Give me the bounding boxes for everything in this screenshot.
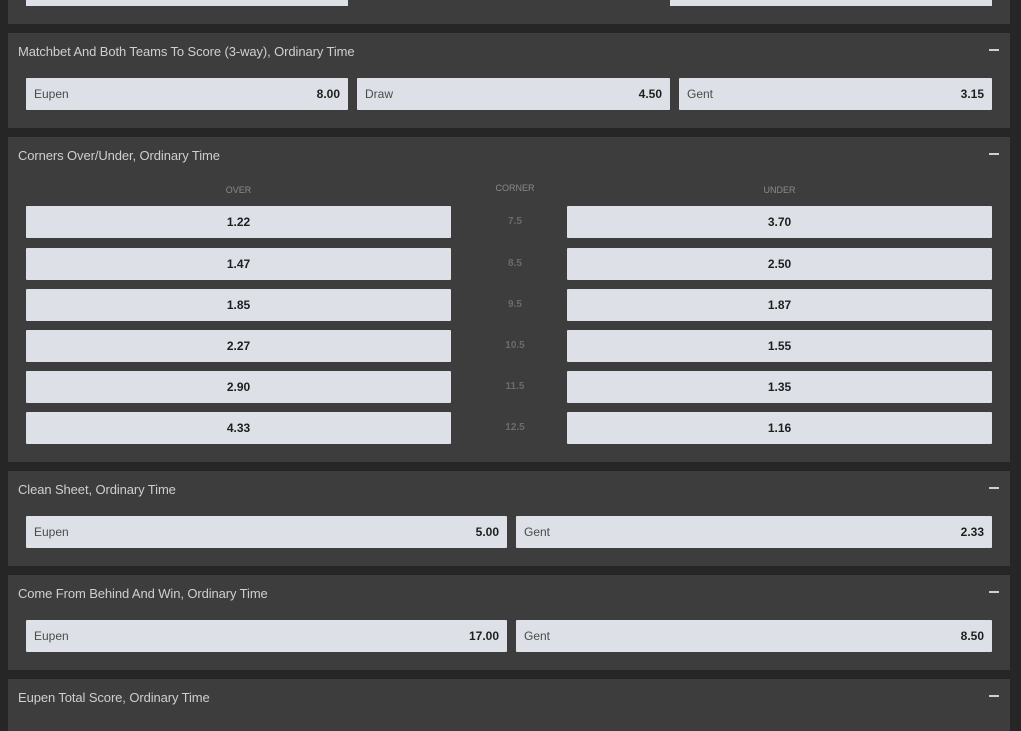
market-matchbet-btts: Matchbet And Both Teams To Score (3-way)… [8, 33, 1010, 128]
collapse-icon[interactable] [987, 688, 1001, 702]
odd-button-over[interactable]: 1.47 [26, 248, 451, 280]
market-title: Corners Over/Under, Ordinary Time [18, 148, 220, 163]
market-title: Clean Sheet, Ordinary Time [18, 482, 176, 497]
odd-button-under[interactable]: 3.70 [567, 206, 992, 238]
odd-button-gent[interactable]: Gent 8.50 [516, 620, 992, 652]
odd-button-gent[interactable]: Gent 3.15 [679, 78, 992, 110]
odd-value: 1.55 [767, 339, 792, 353]
odd-value: 2.50 [767, 257, 792, 271]
odd-value: 1.22 [226, 215, 251, 229]
odd-value: 3.70 [767, 215, 792, 229]
market-title: Come From Behind And Win, Ordinary Time [18, 586, 268, 601]
column-header-over: OVER [225, 185, 252, 195]
odd-label: Gent [524, 525, 551, 539]
odd-button-gent[interactable]: Gent 2.33 [516, 516, 992, 548]
collapse-icon[interactable] [987, 146, 1001, 160]
odd-button-under[interactable]: 1.16 [567, 412, 992, 444]
odd-value: 17.00 [468, 629, 499, 643]
odd-value: 1.85 [226, 298, 251, 312]
odd-button-under[interactable]: 1.35 [567, 371, 992, 403]
odd-button-over[interactable]: 4.33 [26, 412, 451, 444]
odd-value: 4.50 [638, 87, 662, 101]
corner-line: 7.5 [508, 216, 522, 227]
market-clean-sheet: Clean Sheet, Ordinary Time Eupen 5.00 Ge… [8, 471, 1010, 566]
previous-odd-button-right[interactable] [670, 0, 992, 6]
odd-button-over[interactable]: 1.85 [26, 289, 451, 321]
market-title: Eupen Total Score, Ordinary Time [18, 690, 210, 705]
odd-button-eupen[interactable]: Eupen 8.00 [26, 78, 348, 110]
odd-label: Draw [365, 87, 394, 101]
corner-line: 9.5 [508, 299, 522, 310]
odd-button-over[interactable]: 1.22 [26, 206, 451, 238]
corner-line: 11.5 [505, 381, 525, 392]
odd-button-eupen[interactable]: Eupen 17.00 [26, 620, 507, 652]
column-header-corner: CORNER [495, 183, 535, 193]
odd-label: Eupen [34, 87, 69, 101]
odd-button-over[interactable]: 2.27 [26, 330, 451, 362]
previous-odd-button-left[interactable] [26, 0, 348, 6]
odd-value: 4.33 [226, 421, 251, 435]
odd-value: 8.00 [316, 87, 340, 101]
collapse-icon[interactable] [987, 584, 1001, 598]
odd-label: Eupen [34, 629, 69, 643]
previous-market-panel [8, 0, 1010, 24]
market-come-from-behind: Come From Behind And Win, Ordinary Time … [8, 575, 1010, 670]
market-title: Matchbet And Both Teams To Score (3-way)… [18, 44, 355, 59]
odd-value: 1.47 [226, 257, 251, 271]
column-header-under: UNDER [763, 185, 796, 195]
odd-label: Gent [524, 629, 551, 643]
odd-value: 5.00 [475, 525, 499, 539]
collapse-icon[interactable] [987, 42, 1001, 56]
odd-value: 1.87 [767, 298, 792, 312]
odd-button-eupen[interactable]: Eupen 5.00 [26, 516, 507, 548]
odd-button-under[interactable]: 1.87 [567, 289, 992, 321]
corner-line: 8.5 [508, 258, 522, 269]
odd-value: 3.15 [960, 87, 984, 101]
odd-value: 8.50 [960, 629, 984, 643]
odd-button-over[interactable]: 2.90 [26, 371, 451, 403]
odd-value: 2.90 [226, 380, 251, 394]
odd-value: 1.16 [767, 421, 792, 435]
collapse-icon[interactable] [987, 480, 1001, 494]
odd-value: 2.27 [226, 339, 251, 353]
odd-label: Gent [687, 87, 714, 101]
odd-value: 2.33 [960, 525, 984, 539]
odd-button-draw[interactable]: Draw 4.50 [357, 78, 670, 110]
corner-line: 12.5 [505, 422, 525, 433]
market-corners-over-under: Corners Over/Under, Ordinary Time OVER C… [8, 137, 1010, 462]
odd-button-under[interactable]: 1.55 [567, 330, 992, 362]
odd-value: 1.35 [767, 380, 792, 394]
odd-label: Eupen [34, 525, 69, 539]
corner-line: 10.5 [505, 340, 525, 351]
odd-button-under[interactable]: 2.50 [567, 248, 992, 280]
market-eupen-total-score: Eupen Total Score, Ordinary Time [8, 679, 1010, 731]
